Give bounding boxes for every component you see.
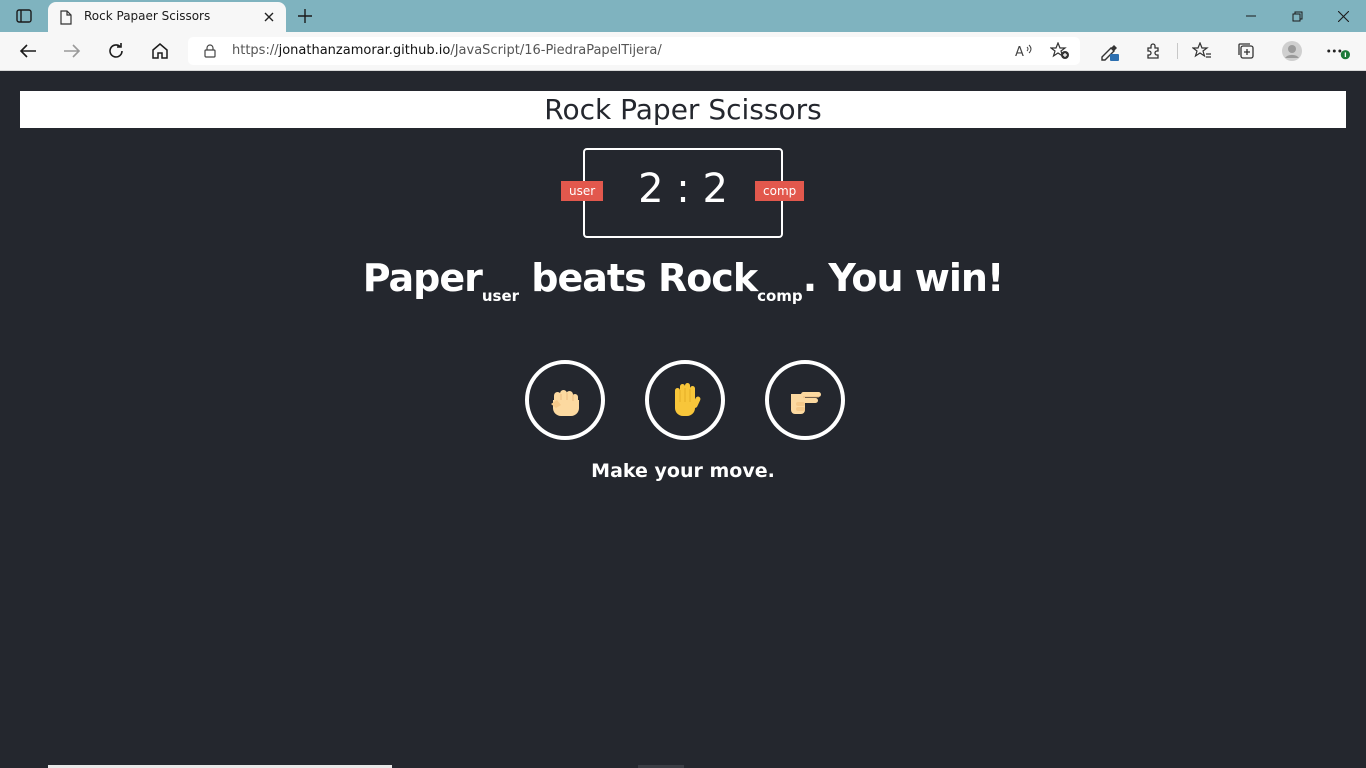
user-choice-text: Paper: [362, 256, 483, 300]
scissors-button[interactable]: [765, 360, 845, 440]
user-score: 2: [638, 166, 664, 212]
victory-hand-icon: [791, 392, 821, 414]
move-prompt: Make your move.: [591, 460, 775, 482]
url-host: jonathanzamorar.github.io: [278, 43, 451, 58]
user-subscript: user: [481, 287, 520, 305]
score-display: 2 : 2: [585, 166, 781, 212]
raised-hand-icon: [675, 383, 701, 416]
favorites-icon[interactable]: [1190, 39, 1214, 63]
minimize-icon[interactable]: [1236, 4, 1266, 28]
result-outcome: . You win!: [802, 256, 1005, 300]
read-aloud-icon[interactable]: A: [1014, 41, 1034, 61]
tab-title: Rock Papaer Scissors: [84, 9, 211, 23]
user-label-badge: user: [561, 181, 604, 201]
browser-tab-bar: Rock Papaer Scissors: [0, 0, 1366, 32]
plus-icon[interactable]: [294, 5, 316, 27]
add-favorite-icon[interactable]: [1050, 41, 1070, 61]
result-verb: beats: [531, 256, 646, 300]
page-header: Rock Paper Scissors: [20, 91, 1346, 128]
url-text[interactable]: https://jonathanzamorar.github.io/JavaSc…: [232, 43, 662, 58]
page-icon: [58, 9, 74, 25]
comp-subscript: comp: [757, 287, 803, 305]
profile-icon[interactable]: [1280, 39, 1304, 63]
restore-icon[interactable]: [1282, 4, 1312, 28]
home-icon[interactable]: [148, 39, 172, 63]
tab-actions-icon[interactable]: [8, 6, 40, 26]
close-window-icon[interactable]: [1328, 4, 1358, 28]
forward-icon[interactable]: [60, 39, 84, 63]
more-icon[interactable]: [1326, 39, 1350, 63]
close-icon[interactable]: [260, 8, 278, 26]
svg-text:A: A: [1015, 45, 1024, 58]
comp-choice-text: Rock: [657, 256, 758, 300]
comp-label-badge: comp: [755, 181, 805, 201]
collections-icon[interactable]: [1234, 39, 1258, 63]
scoreboard: 2 : 2: [583, 148, 783, 238]
eyedropper-icon[interactable]: [1098, 39, 1122, 63]
refresh-icon[interactable]: [104, 39, 128, 63]
extensions-icon[interactable]: [1142, 39, 1166, 63]
address-bar[interactable]: https://jonathanzamorar.github.io/JavaSc…: [188, 37, 1080, 65]
browser-tab-active[interactable]: Rock Papaer Scissors: [48, 2, 286, 32]
fist-icon: [551, 390, 579, 416]
paper-button[interactable]: [645, 360, 725, 440]
comp-score: 2: [702, 166, 728, 212]
page-title: Rock Paper Scissors: [544, 93, 822, 126]
browser-toolbar: https://jonathanzamorar.github.io/JavaSc…: [0, 32, 1366, 71]
url-prefix: https://: [232, 43, 279, 58]
back-icon[interactable]: [16, 39, 40, 63]
result-message: Paperuser beats Rockcomp. You win!: [0, 256, 1366, 305]
toolbar-divider: [1177, 43, 1178, 59]
lock-icon[interactable]: [202, 43, 218, 59]
score-separator: :: [676, 166, 690, 212]
url-path: /JavaScript/16-PiedraPapelTijera/: [450, 43, 662, 58]
rock-button[interactable]: [525, 360, 605, 440]
